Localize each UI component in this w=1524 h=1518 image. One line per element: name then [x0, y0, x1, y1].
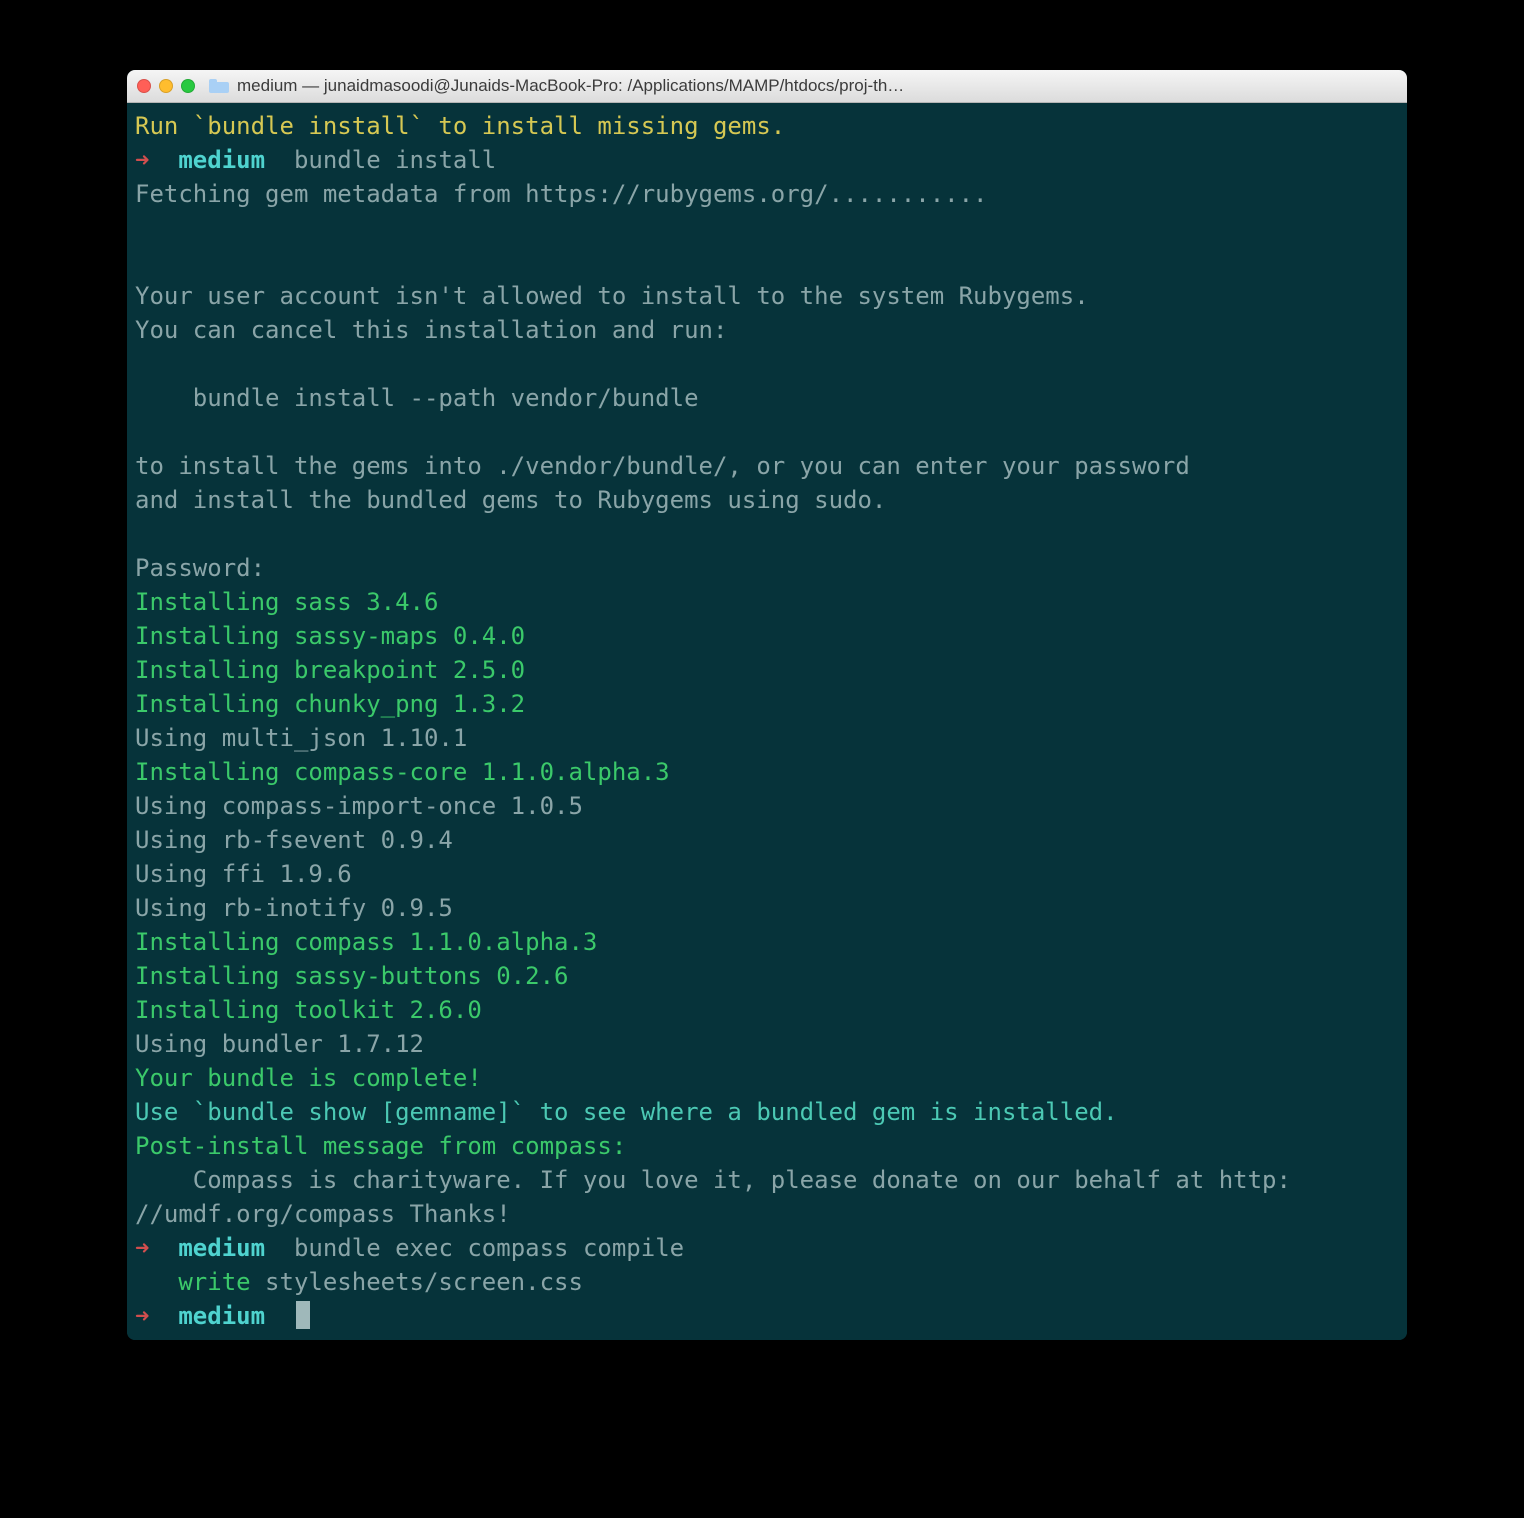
terminal-text: Password:: [135, 554, 265, 582]
terminal-line: Your bundle is complete!: [135, 1061, 1399, 1095]
terminal-text: medium: [178, 1302, 265, 1330]
terminal-text: Your bundle is complete!: [135, 1064, 482, 1092]
terminal-text: ➜: [135, 146, 178, 174]
terminal-line: Installing sass 3.4.6: [135, 585, 1399, 619]
terminal-text: write: [135, 1268, 251, 1296]
terminal-text: [135, 520, 149, 548]
terminal-line: Using compass-import-once 1.0.5: [135, 789, 1399, 823]
terminal-text: Using ffi 1.9.6: [135, 860, 352, 888]
terminal-text: Installing compass 1.1.0.alpha.3: [135, 928, 597, 956]
terminal-text: Installing chunky_png 1.3.2: [135, 690, 525, 718]
terminal-text: Run `bundle install` to install missing …: [135, 112, 785, 140]
terminal-text: Installing toolkit 2.6.0: [135, 996, 482, 1024]
terminal-text: Your user account isn't allowed to insta…: [135, 282, 1089, 310]
terminal-text: stylesheets/screen.css: [251, 1268, 583, 1296]
terminal-line: Using bundler 1.7.12: [135, 1027, 1399, 1061]
terminal-line: [135, 245, 1399, 279]
terminal-text: Compass is charityware. If you love it, …: [135, 1166, 1291, 1194]
terminal-text: ➜: [135, 1302, 178, 1330]
terminal-text: [135, 214, 149, 242]
terminal-text: medium: [178, 1234, 265, 1262]
terminal-text: Fetching gem metadata from https://rubyg…: [135, 180, 988, 208]
terminal-line: ➜ medium: [135, 1299, 1399, 1333]
terminal-text: //umdf.org/compass Thanks!: [135, 1200, 511, 1228]
close-icon[interactable]: [137, 79, 151, 93]
terminal-line: ➜ medium bundle install: [135, 143, 1399, 177]
window-title: medium — junaidmasoodi@Junaids-MacBook-P…: [237, 76, 1397, 96]
terminal-output[interactable]: Run `bundle install` to install missing …: [127, 103, 1407, 1340]
terminal-line: Use `bundle show [gemname]` to see where…: [135, 1095, 1399, 1129]
terminal-text: Use `bundle show [gemname]` to see where…: [135, 1098, 1118, 1126]
terminal-line: and install the bundled gems to Rubygems…: [135, 483, 1399, 517]
terminal-line: Using multi_json 1.10.1: [135, 721, 1399, 755]
terminal-window: medium — junaidmasoodi@Junaids-MacBook-P…: [127, 70, 1407, 1340]
terminal-text: Installing sassy-maps 0.4.0: [135, 622, 525, 650]
cursor-icon: [296, 1301, 310, 1329]
terminal-line: Run `bundle install` to install missing …: [135, 109, 1399, 143]
terminal-text: Installing compass-core 1.1.0.alpha.3: [135, 758, 670, 786]
terminal-text: Using rb-inotify 0.9.5: [135, 894, 453, 922]
terminal-text: [135, 350, 149, 378]
terminal-text: [135, 418, 149, 446]
terminal-line: Post-install message from compass:: [135, 1129, 1399, 1163]
terminal-line: to install the gems into ./vendor/bundle…: [135, 449, 1399, 483]
terminal-line: [135, 517, 1399, 551]
terminal-text: bundle install --path vendor/bundle: [135, 384, 699, 412]
terminal-line: Using ffi 1.9.6: [135, 857, 1399, 891]
terminal-text: Using multi_json 1.10.1: [135, 724, 467, 752]
terminal-line: Installing toolkit 2.6.0: [135, 993, 1399, 1027]
terminal-text: medium: [178, 146, 265, 174]
terminal-text: bundle install: [265, 146, 496, 174]
terminal-text: Using compass-import-once 1.0.5: [135, 792, 583, 820]
terminal-line: Your user account isn't allowed to insta…: [135, 279, 1399, 313]
terminal-line: Using rb-fsevent 0.9.4: [135, 823, 1399, 857]
terminal-line: [135, 415, 1399, 449]
terminal-text: [135, 248, 149, 276]
terminal-text: Installing breakpoint 2.5.0: [135, 656, 525, 684]
terminal-line: [135, 347, 1399, 381]
terminal-line: Installing compass 1.1.0.alpha.3: [135, 925, 1399, 959]
terminal-line: You can cancel this installation and run…: [135, 313, 1399, 347]
terminal-line: bundle install --path vendor/bundle: [135, 381, 1399, 415]
terminal-text: You can cancel this installation and run…: [135, 316, 727, 344]
terminal-line: ➜ medium bundle exec compass compile: [135, 1231, 1399, 1265]
terminal-text: and install the bundled gems to Rubygems…: [135, 486, 886, 514]
terminal-line: write stylesheets/screen.css: [135, 1265, 1399, 1299]
terminal-text: Using bundler 1.7.12: [135, 1030, 424, 1058]
minimize-icon[interactable]: [159, 79, 173, 93]
terminal-text: ➜: [135, 1234, 178, 1262]
terminal-text: Post-install message from compass:: [135, 1132, 626, 1160]
terminal-line: Installing chunky_png 1.3.2: [135, 687, 1399, 721]
terminal-line: [135, 211, 1399, 245]
terminal-line: Compass is charityware. If you love it, …: [135, 1163, 1399, 1197]
terminal-text: Installing sassy-buttons 0.2.6: [135, 962, 568, 990]
terminal-line: Password:: [135, 551, 1399, 585]
terminal-line: Using rb-inotify 0.9.5: [135, 891, 1399, 925]
terminal-text: Using rb-fsevent 0.9.4: [135, 826, 453, 854]
terminal-text: [265, 1302, 294, 1330]
terminal-text: bundle exec compass compile: [265, 1234, 684, 1262]
terminal-text: Installing sass 3.4.6: [135, 588, 438, 616]
terminal-line: Installing sassy-maps 0.4.0: [135, 619, 1399, 653]
terminal-line: Installing compass-core 1.1.0.alpha.3: [135, 755, 1399, 789]
terminal-text: to install the gems into ./vendor/bundle…: [135, 452, 1190, 480]
zoom-icon[interactable]: [181, 79, 195, 93]
terminal-line: //umdf.org/compass Thanks!: [135, 1197, 1399, 1231]
terminal-line: Installing breakpoint 2.5.0: [135, 653, 1399, 687]
folder-icon: [209, 79, 229, 93]
terminal-line: Fetching gem metadata from https://rubyg…: [135, 177, 1399, 211]
terminal-line: Installing sassy-buttons 0.2.6: [135, 959, 1399, 993]
titlebar: medium — junaidmasoodi@Junaids-MacBook-P…: [127, 70, 1407, 103]
